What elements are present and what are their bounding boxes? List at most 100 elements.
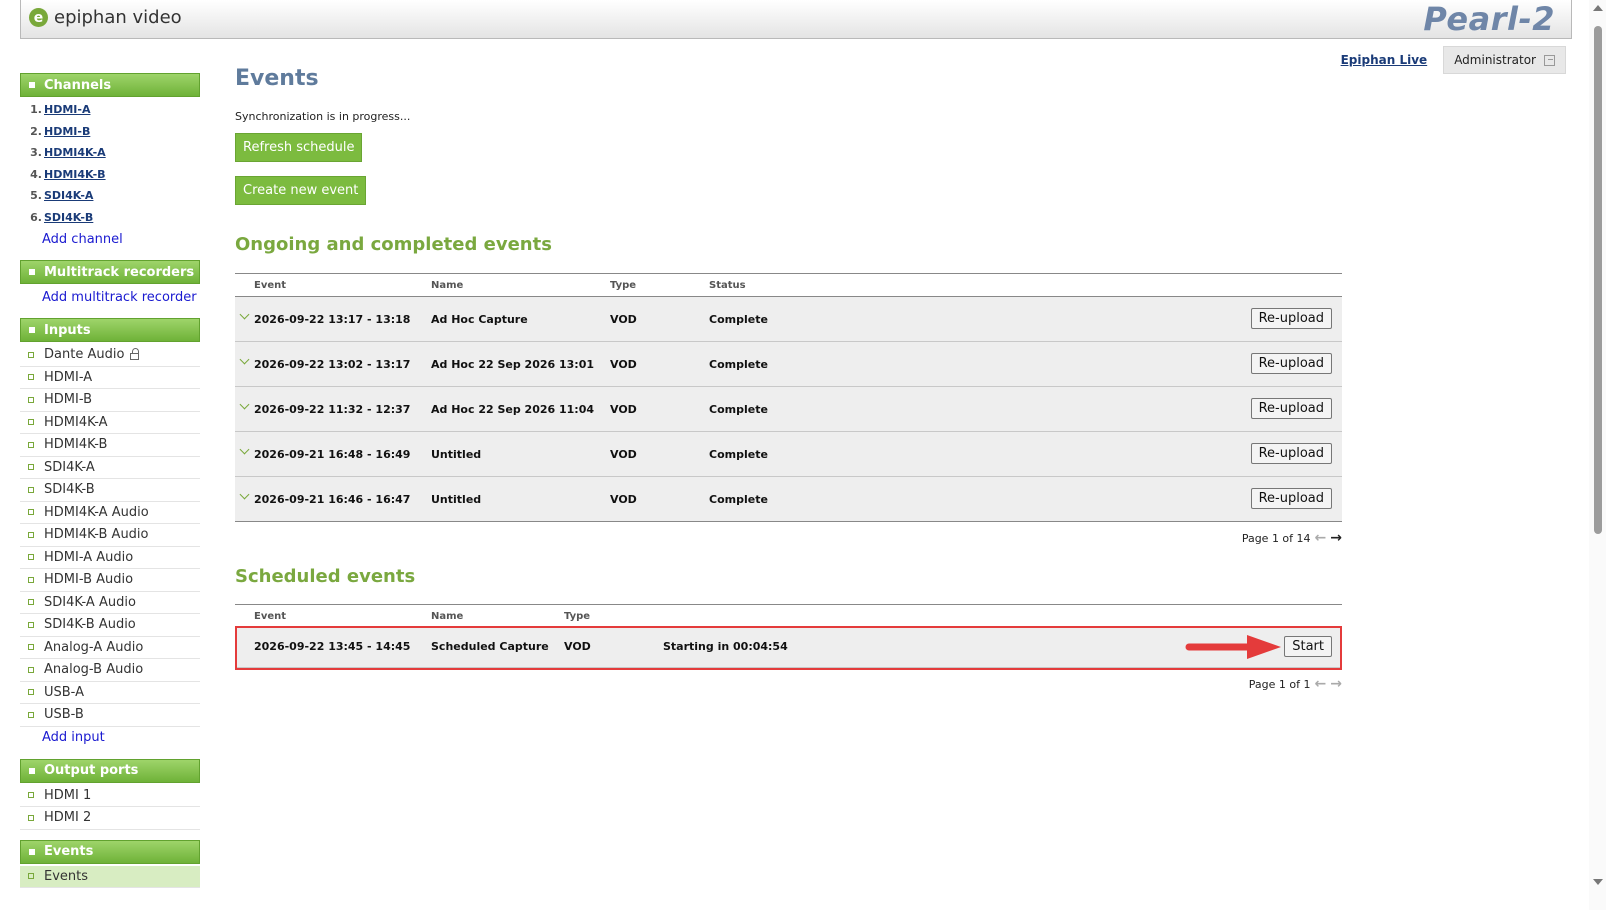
table-row[interactable]: 2026-09-21 16:48 - 16:49 Untitled VOD Co… — [235, 432, 1342, 477]
re-upload-button[interactable]: Re-upload — [1250, 488, 1332, 509]
sidebar-input[interactable]: HDMI4K-B Audio — [20, 524, 200, 547]
re-upload-button[interactable]: Re-upload — [1250, 443, 1332, 464]
re-upload-button[interactable]: Re-upload — [1250, 308, 1332, 329]
sidebar-channel: 2. HDMI-B — [30, 124, 91, 138]
expand-chevron-icon[interactable] — [239, 399, 250, 410]
prev-page-icon[interactable]: ← — [1315, 676, 1327, 692]
sidebar-input[interactable]: HDMI4K-B — [20, 434, 200, 457]
bullet-icon — [28, 441, 34, 448]
sidebar-channel: 3. HDMI4K-A — [30, 146, 106, 160]
vertical-scrollbar[interactable] — [1589, 0, 1606, 910]
add-channel-link[interactable]: Add channel — [20, 228, 200, 250]
sidebar: Channels 1. HDMI-A 2. HDMI-B 3. HDMI4K-A 4.… — [20, 73, 200, 888]
scheduled-events-heading: Scheduled events — [235, 566, 416, 587]
sidebar-output[interactable]: HDMI 2 — [20, 807, 200, 830]
expand-chevron-icon[interactable] — [239, 309, 250, 320]
ongoing-pager: Page 1 of 14 ← → — [1242, 530, 1342, 546]
bullet-icon — [28, 486, 34, 493]
sidebar-section-events[interactable]: Events — [20, 839, 200, 864]
output-list: HDMI 1 HDMI 2 — [20, 785, 200, 830]
sidebar-input[interactable]: Dante Audio — [20, 344, 200, 367]
create-event-button[interactable]: Create new event — [235, 176, 367, 205]
channel-link[interactable]: SDI4K-B — [44, 211, 93, 224]
channel-link[interactable]: SDI4K-A — [44, 189, 93, 202]
sidebar-section-outputs[interactable]: Output ports — [20, 758, 200, 783]
channel-link[interactable]: HDMI4K-B — [44, 168, 106, 181]
admin-label: Administrator — [1454, 53, 1536, 67]
bullet-icon — [28, 599, 34, 606]
epiphan-live-link[interactable]: Epiphan Live — [1341, 53, 1428, 67]
page-title: Events — [235, 66, 319, 91]
sidebar-input[interactable]: SDI4K-A Audio — [20, 592, 200, 614]
sidebar-input[interactable]: HDMI-A — [20, 367, 200, 389]
sidebar-input[interactable]: USB-A — [20, 682, 200, 704]
column-type: Type — [610, 280, 637, 291]
sidebar-channel: 5. SDI4K-A — [30, 189, 94, 203]
sidebar-channel: 6. SDI4K-B — [30, 210, 94, 224]
expand-chevron-icon[interactable] — [239, 444, 250, 455]
bullet-icon — [28, 689, 34, 696]
refresh-schedule-button[interactable]: Refresh schedule — [235, 133, 363, 162]
sidebar-channel: 1. HDMI-A — [30, 103, 91, 117]
bullet-icon — [28, 621, 34, 628]
table-row[interactable]: 2026-09-22 11:32 - 12:37 Ad Hoc 22 Sep 2… — [235, 387, 1342, 432]
top-links: Epiphan Live Administrator — [1341, 46, 1566, 74]
next-page-icon[interactable]: → — [1330, 676, 1342, 692]
scroll-down-icon[interactable] — [1593, 879, 1603, 885]
bullet-icon — [28, 419, 34, 426]
table-header: Event Name Type Status — [235, 273, 1342, 297]
epiphan-logo-icon: e — [29, 8, 48, 27]
channel-link[interactable]: HDMI4K-A — [44, 146, 106, 159]
sidebar-input[interactable]: USB-B — [20, 704, 200, 727]
re-upload-button[interactable]: Re-upload — [1250, 353, 1332, 374]
sidebar-section-recorders[interactable]: Multitrack recorders — [20, 260, 200, 284]
bullet-icon — [28, 711, 34, 718]
sidebar-input[interactable]: SDI4K-B Audio — [20, 614, 200, 637]
sidebar-item-events[interactable]: Events — [20, 865, 200, 888]
bullet-icon — [28, 509, 34, 516]
sidebar-input[interactable]: Analog-B Audio — [20, 659, 200, 682]
table-row[interactable]: 2026-09-22 13:02 - 13:17 Ad Hoc 22 Sep 2… — [235, 342, 1342, 387]
logout-icon[interactable] — [1544, 54, 1555, 66]
sidebar-input[interactable]: HDMI4K-A — [20, 412, 200, 434]
expand-chevron-icon[interactable] — [239, 354, 250, 365]
sidebar-output[interactable]: HDMI 1 — [20, 785, 200, 807]
admin-menu[interactable]: Administrator — [1443, 46, 1566, 74]
column-type: Type — [564, 611, 591, 622]
channel-link[interactable]: HDMI-B — [44, 125, 90, 138]
bullet-icon — [28, 792, 34, 799]
epiphan-logo[interactable]: e epiphan video — [29, 7, 182, 28]
sidebar-input[interactable]: HDMI-B — [20, 389, 200, 412]
sidebar-input[interactable]: SDI4K-B — [20, 479, 200, 502]
sidebar-input[interactable]: Analog-A Audio — [20, 637, 200, 659]
next-page-icon[interactable]: → — [1330, 530, 1342, 546]
sidebar-input[interactable]: HDMI-B Audio — [20, 569, 200, 592]
table-row[interactable]: 2026-09-21 16:46 - 16:47 Untitled VOD Co… — [235, 477, 1342, 522]
section-bullet-icon — [29, 269, 35, 275]
scroll-up-icon[interactable] — [1593, 5, 1603, 11]
scroll-thumb[interactable] — [1594, 26, 1602, 534]
section-bullet-icon — [29, 327, 35, 333]
bullet-icon — [28, 666, 34, 673]
bullet-icon — [28, 873, 34, 880]
column-event: Event — [254, 611, 287, 622]
bullet-icon — [28, 464, 34, 471]
bullet-icon — [28, 644, 34, 651]
add-recorder-link[interactable]: Add multitrack recorder — [20, 286, 200, 308]
re-upload-button[interactable]: Re-upload — [1250, 398, 1332, 419]
sidebar-section-channels[interactable]: Channels — [20, 73, 200, 97]
sidebar-section-inputs[interactable]: Inputs — [20, 318, 200, 342]
prev-page-icon[interactable]: ← — [1315, 530, 1327, 546]
sidebar-input[interactable]: HDMI-A Audio — [20, 547, 200, 569]
sidebar-input[interactable]: HDMI4K-A Audio — [20, 502, 200, 524]
table-row[interactable]: 2026-09-22 13:17 - 13:18 Ad Hoc Capture … — [235, 297, 1342, 342]
logo-text: epiphan video — [54, 7, 182, 28]
pager-label: Page 1 of 1 — [1248, 677, 1311, 691]
channel-list: 1. HDMI-A 2. HDMI-B 3. HDMI4K-A 4. HDMI4K-B … — [20, 99, 200, 228]
sync-status: Synchronization is in progress... — [235, 110, 411, 123]
bullet-icon — [28, 531, 34, 538]
add-input-link[interactable]: Add input — [20, 727, 200, 749]
channel-link[interactable]: HDMI-A — [44, 103, 90, 116]
sidebar-input[interactable]: SDI4K-A — [20, 457, 200, 479]
expand-chevron-icon[interactable] — [239, 489, 250, 500]
